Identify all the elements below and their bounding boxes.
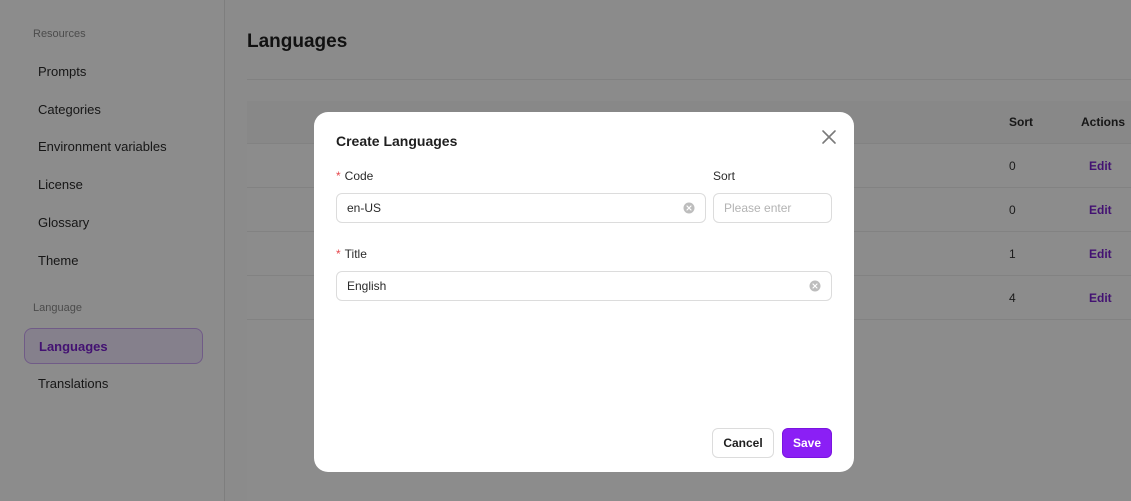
close-icon — [822, 130, 836, 144]
dialog-title: Create Languages — [336, 133, 458, 149]
sort-input-placeholder: Please enter — [724, 201, 792, 215]
code-input[interactable]: en-US — [336, 193, 706, 223]
code-input-value: en-US — [347, 201, 382, 215]
sort-input[interactable]: Please enter — [713, 193, 832, 223]
cancel-button[interactable]: Cancel — [712, 428, 774, 458]
close-button[interactable] — [820, 128, 838, 146]
required-mark: * — [336, 169, 341, 183]
clear-circle-icon[interactable] — [683, 202, 695, 214]
sort-label: Sort — [713, 169, 736, 183]
required-mark: * — [336, 247, 341, 261]
create-languages-dialog: Create Languages * Code en-US Sort Please… — [314, 112, 854, 472]
title-input[interactable]: English — [336, 271, 832, 301]
save-button[interactable]: Save — [782, 428, 832, 458]
title-input-value: English — [347, 279, 387, 293]
code-label-text: Code — [344, 169, 374, 183]
code-label: * Code — [336, 169, 373, 183]
title-label: * Title — [336, 247, 367, 261]
clear-circle-icon[interactable] — [809, 280, 821, 292]
title-label-text: Title — [344, 247, 367, 261]
